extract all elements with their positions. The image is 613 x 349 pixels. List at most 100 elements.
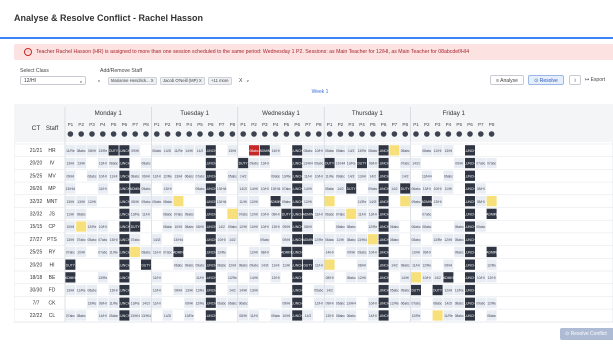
cell-label: 12/HI [250,213,258,217]
period-toggle-icon[interactable] [380,131,387,137]
export-button[interactable]: ↦ Export [585,75,613,85]
period-toggle-icon[interactable] [434,131,441,137]
timetable-cell[interactable] [130,246,141,258]
period-toggle-icon[interactable] [143,131,149,137]
period-toggle-icon[interactable] [283,131,290,137]
timetable-cell[interactable] [389,145,400,156]
more-staff-chip[interactable]: +11 more [208,76,232,85]
period-toggle-icon[interactable] [445,131,452,137]
period-toggle-icon[interactable] [467,131,473,137]
cell-label: 08abc [185,225,194,229]
period-toggle-icon[interactable] [478,131,484,137]
cell-label: 06abc [185,174,194,178]
timetable-cell[interactable] [486,196,497,207]
cell-label: 10/HI [77,251,85,255]
timetable-cell[interactable] [76,221,87,232]
timetable-cell[interactable] [324,196,335,207]
cell-label: LUNCH [464,238,476,242]
timetable-cell[interactable] [411,272,421,283]
period-toggle-icon[interactable] [132,131,138,137]
cell-label: 14/2 [337,187,344,191]
cell-label: 09abc [271,314,280,318]
cell-label: 11/HI [110,174,118,178]
period-toggle-icon[interactable] [100,131,106,137]
timetable-cell[interactable] [367,234,378,245]
period-toggle-icon[interactable] [251,131,257,137]
info-button[interactable]: i [569,75,581,85]
cell-label: LUNCH [119,213,131,217]
period-toggle-icon[interactable] [110,131,117,137]
period-toggle-icon[interactable] [326,131,333,137]
staff-multiselect[interactable]: v Marianne Hendrick... X Jacob O'Neill (… [98,76,270,85]
analyse-button[interactable]: ≡ Analyse [490,75,524,85]
period-toggle-icon[interactable] [316,131,322,137]
staff-chip[interactable]: Jacob O'Neill (MP) X [159,76,205,85]
row-staff: MP [48,186,56,192]
cell-label: 08abc [109,162,118,166]
select-class-dropdown[interactable]: 12/HI v [20,76,86,85]
period-toggle-icon[interactable] [305,131,311,137]
cell-label: LUNCH [205,149,217,153]
period-toggle-icon[interactable] [294,131,301,137]
cell-label: 07abc [98,238,107,242]
resolve-conflict-button[interactable]: ⊙ Resolve Conflict [560,328,613,340]
period-toggle-icon[interactable] [208,131,214,137]
cell-label: 11/HI [153,251,161,255]
period-toggle-icon[interactable] [121,131,128,137]
cell-label: 08/HI [272,213,280,217]
cell-label: 09/HI [282,225,290,229]
period-toggle-icon[interactable] [272,131,279,137]
period-toggle-icon[interactable] [240,131,246,137]
period-header: P5 [197,122,203,127]
cell-label: 13/HI [66,238,74,242]
period-toggle-icon[interactable] [337,131,344,137]
period-toggle-icon[interactable] [424,131,430,137]
cell-label: 08abc [131,174,140,178]
period-toggle-icon[interactable] [262,131,268,137]
timetable-cell[interactable] [400,196,411,207]
period-header: P1 [327,122,333,127]
cell-label: 08/HI [88,149,96,153]
period-toggle-icon[interactable] [67,131,74,137]
cell-label: 13/HI4 [336,162,346,166]
timetable-cell[interactable] [173,196,184,207]
staff-chip[interactable]: Marianne Hendrick... X [108,76,157,85]
period-toggle-icon[interactable] [154,131,160,137]
cell-label: 13/HI4 [422,174,432,178]
cell-label: 07abc [282,187,291,191]
period-toggle-icon[interactable] [175,131,182,137]
period-toggle-icon[interactable] [413,131,419,137]
period-toggle-icon[interactable] [164,131,171,137]
cell-label: DUTY [412,289,422,293]
resolve-button[interactable]: ⊙ Resolve [528,75,564,85]
timetable-cell[interactable] [227,208,238,219]
period-header: P8 [230,122,236,127]
cell-label: 09/HI [142,174,150,178]
timetable-cell[interactable] [346,208,357,219]
period-toggle-icon[interactable] [402,131,409,137]
period-toggle-icon[interactable] [370,131,376,137]
cell-label: ADMIN [486,213,497,217]
period-toggle-icon[interactable] [348,131,355,137]
period-header: P4 [359,122,365,127]
period-toggle-icon[interactable] [229,131,236,137]
period-toggle-icon[interactable] [197,131,203,137]
cell-label: 10/HI [412,251,420,255]
cell-label: 09/HI [174,289,182,293]
cell-label: 12/HI [444,238,452,242]
cell-label: 13/HI [77,162,85,166]
period-toggle-icon[interactable] [89,131,95,137]
period-toggle-icon[interactable] [78,131,84,137]
period-toggle-icon[interactable] [456,131,463,137]
period-toggle-icon[interactable] [218,131,225,137]
timetable-cell[interactable] [432,310,443,321]
period-toggle-icon[interactable] [488,131,495,137]
clear-icon[interactable]: X [239,78,242,84]
period-toggle-icon[interactable] [186,131,192,137]
period-toggle-icon[interactable] [359,131,365,137]
cell-label: LUNCH [464,200,476,204]
timetable-cell[interactable] [324,259,335,270]
cell-label: 05abc [325,149,334,153]
cell-label: 13/HI4 [303,162,313,166]
period-toggle-icon[interactable] [391,131,398,137]
